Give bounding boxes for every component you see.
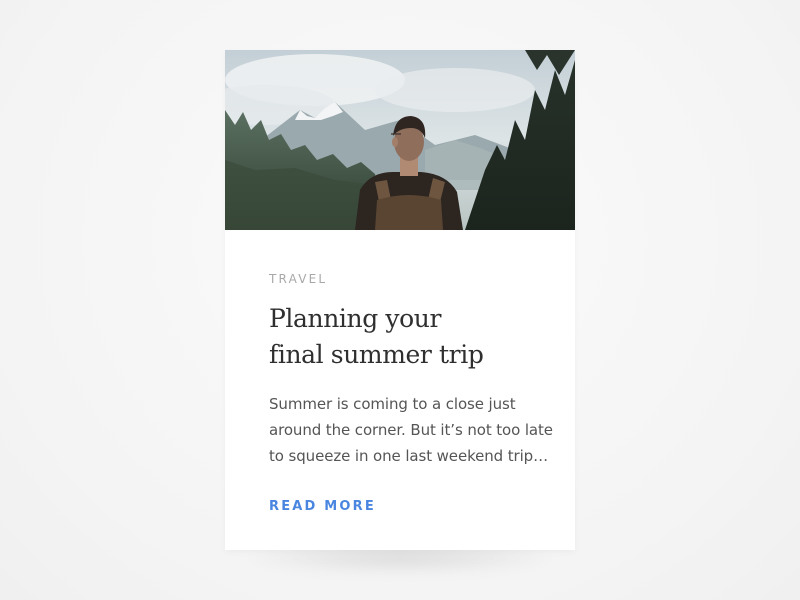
article-title[interactable]: Planning your final summer trip (269, 301, 531, 373)
excerpt-line: to squeeze in one last weekend trip… (269, 447, 548, 465)
excerpt-line: around the corner. But it’s not too late (269, 421, 553, 439)
article-card[interactable]: TRAVEL Planning your final summer trip S… (225, 50, 575, 550)
card-content: TRAVEL Planning your final summer trip S… (225, 272, 575, 515)
hero-image[interactable] (225, 50, 575, 230)
category-label[interactable]: TRAVEL (269, 272, 531, 286)
article-title-line: Planning your (269, 304, 441, 333)
article-excerpt: Summer is coming to a close just around … (269, 391, 553, 469)
hero-photo-hiker-mountains (225, 50, 575, 230)
read-more-link[interactable]: READ MORE (269, 499, 376, 514)
excerpt-line: Summer is coming to a close just (269, 395, 516, 413)
article-title-line: final summer trip (269, 340, 484, 369)
page-background: TRAVEL Planning your final summer trip S… (0, 0, 800, 600)
